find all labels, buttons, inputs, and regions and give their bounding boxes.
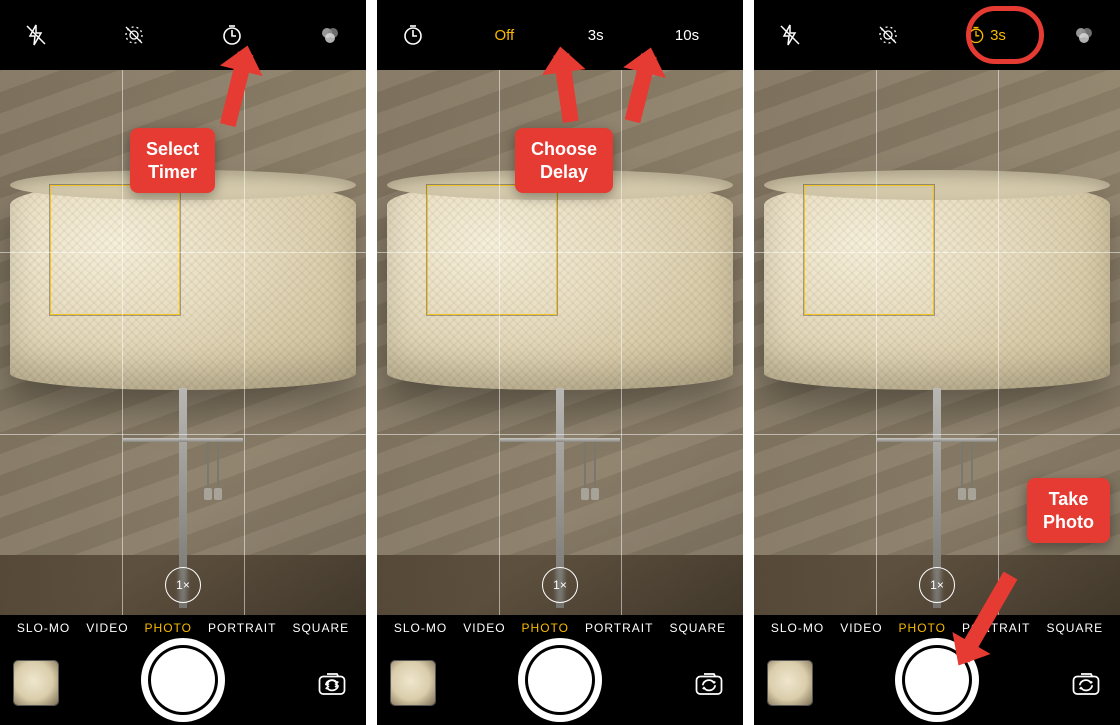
switch-camera-icon[interactable] [689, 667, 729, 701]
zoom-toggle[interactable]: 1× [165, 567, 201, 603]
flash-off-icon[interactable] [16, 13, 56, 57]
timer-icon-active[interactable]: 3s [966, 13, 1006, 57]
top-controls: Off 3s 10s [377, 0, 743, 70]
callout-select-timer: Select Timer [130, 128, 215, 193]
callout-take-photo: Take Photo [1027, 478, 1110, 543]
timer-option-off[interactable]: Off [484, 13, 524, 57]
mode-photo[interactable]: PHOTO [899, 621, 946, 635]
filters-icon[interactable] [1064, 13, 1104, 57]
mode-portrait[interactable]: PORTRAIT [208, 621, 276, 635]
shutter-button[interactable] [148, 645, 218, 715]
callout-choose-delay: Choose Delay [515, 128, 613, 193]
filters-icon[interactable] [310, 13, 350, 57]
timer-value: 3s [990, 27, 1006, 44]
zoom-toggle[interactable]: 1× [919, 567, 955, 603]
mode-selector[interactable]: SLO-MO VIDEO PHOTO PORTRAIT SQUARE [0, 621, 366, 635]
timer-option-10s[interactable]: 10s [667, 13, 707, 57]
mode-slomo[interactable]: SLO-MO [17, 621, 70, 635]
switch-camera-icon[interactable] [1066, 667, 1106, 701]
camera-screen-step1: 1× Select Timer SLO-MO VIDEO PHOTO PORTR… [0, 0, 366, 725]
camera-screen-step2: Off 3s 10s 1× Choose Delay SLO-MO VIDEO … [377, 0, 743, 725]
mode-square[interactable]: SQUARE [1046, 621, 1103, 635]
mode-portrait[interactable]: PORTRAIT [962, 621, 1030, 635]
mode-selector[interactable]: SLO-MO VIDEO PHOTO PORTRAIT SQUARE [754, 621, 1120, 635]
flash-off-icon[interactable] [770, 13, 810, 57]
mode-photo[interactable]: PHOTO [522, 621, 569, 635]
mode-selector[interactable]: SLO-MO VIDEO PHOTO PORTRAIT SQUARE [377, 621, 743, 635]
mode-square[interactable]: SQUARE [669, 621, 726, 635]
mode-video[interactable]: VIDEO [840, 621, 882, 635]
mode-square[interactable]: SQUARE [292, 621, 349, 635]
live-photo-off-icon[interactable] [868, 13, 908, 57]
camera-screen-step3: 3s 1× Take Photo SLO-MO VIDEO PHOTO PORT… [754, 0, 1120, 725]
switch-camera-icon[interactable] [312, 667, 352, 701]
shutter-button[interactable] [902, 645, 972, 715]
bottom-controls: SLO-MO VIDEO PHOTO PORTRAIT SQUARE [754, 615, 1120, 725]
live-photo-off-icon[interactable] [114, 13, 154, 57]
focus-indicator [804, 185, 934, 315]
mode-slomo[interactable]: SLO-MO [771, 621, 824, 635]
mode-video[interactable]: VIDEO [463, 621, 505, 635]
mode-video[interactable]: VIDEO [86, 621, 128, 635]
shutter-button[interactable] [525, 645, 595, 715]
last-photo-thumbnail[interactable] [391, 661, 435, 705]
mode-slomo[interactable]: SLO-MO [394, 621, 447, 635]
bottom-controls: SLO-MO VIDEO PHOTO PORTRAIT SQUARE [0, 615, 366, 725]
focus-indicator [50, 185, 180, 315]
timer-icon[interactable] [212, 13, 252, 57]
mode-photo[interactable]: PHOTO [145, 621, 192, 635]
focus-indicator [427, 185, 557, 315]
timer-icon[interactable] [393, 13, 433, 57]
last-photo-thumbnail[interactable] [768, 661, 812, 705]
last-photo-thumbnail[interactable] [14, 661, 58, 705]
top-controls [0, 0, 366, 70]
mode-portrait[interactable]: PORTRAIT [585, 621, 653, 635]
timer-option-3s[interactable]: 3s [576, 13, 616, 57]
top-controls: 3s [754, 0, 1120, 70]
bottom-controls: SLO-MO VIDEO PHOTO PORTRAIT SQUARE [377, 615, 743, 725]
zoom-toggle[interactable]: 1× [542, 567, 578, 603]
